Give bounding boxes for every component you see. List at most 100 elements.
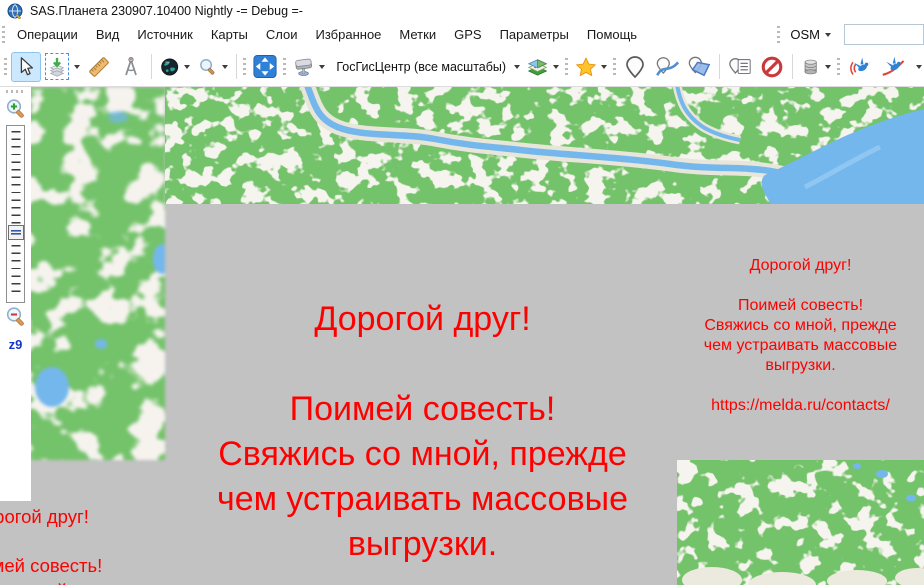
tile-warning-message-right: Дорогой друг! Поимей совесть! Свяжись со… — [677, 256, 924, 416]
menu-favorites[interactable]: Избранное — [307, 24, 391, 45]
ruler-button[interactable] — [84, 52, 114, 82]
tile-warning-line: Поимей совесть! — [0, 554, 158, 579]
toolbar-grip — [837, 58, 840, 76]
cache-database-icon — [801, 55, 820, 79]
debug-fly-slash-button[interactable] — [878, 52, 910, 82]
menu-bar: Операции Вид Источник Карты Слои Избранн… — [0, 22, 924, 47]
globe-icon — [160, 55, 179, 79]
ban-icon — [760, 54, 784, 80]
compass-icon — [119, 55, 143, 79]
selection-manager-icon — [45, 53, 69, 80]
zoom-out-icon — [4, 305, 28, 329]
menu-help[interactable]: Помощь — [578, 24, 646, 45]
map-tile-bottom-right — [677, 460, 924, 585]
app-logo-icon — [7, 3, 23, 19]
tile-warning-line: выгрузки. — [165, 522, 680, 567]
placemark-manager-button[interactable] — [725, 52, 755, 82]
geocoder-select-button[interactable]: OSM — [783, 24, 838, 45]
gps-receiver-icon — [293, 54, 314, 80]
tile-warning-line: выгрузки. — [677, 356, 924, 376]
add-placemark-button[interactable] — [620, 52, 650, 82]
main-toolbar: ГосГисЦентр (все масштабы) — [0, 47, 924, 87]
hide-placemarks-button[interactable] — [757, 52, 787, 82]
toolbar-grip — [243, 58, 246, 76]
search-toolbar-grip — [777, 26, 780, 44]
chevron-down-icon — [184, 65, 190, 69]
menu-settings[interactable]: Параметры — [491, 24, 578, 45]
map-source-button[interactable]: ГосГисЦентр (все масштабы) — [330, 52, 522, 82]
toolbar-grip — [283, 58, 286, 76]
geocoder-label: OSM — [790, 27, 820, 42]
toolbar-separator — [236, 54, 237, 79]
zoom-in-button[interactable] — [4, 97, 28, 121]
favorites-star-icon — [575, 54, 597, 80]
tile-warning-line — [165, 342, 680, 387]
toolbar-separator — [151, 54, 152, 79]
chevron-down-icon — [916, 65, 922, 69]
tile-warning-line: Свяжись со мной, прежде — [677, 316, 924, 336]
add-path-button[interactable] — [652, 52, 682, 82]
gps-button[interactable] — [290, 52, 328, 82]
menubar-grip — [2, 26, 5, 44]
compass-button[interactable] — [116, 52, 146, 82]
menu-gps[interactable]: GPS — [445, 24, 490, 45]
zoom-in-icon — [4, 97, 28, 121]
cache-mode-button[interactable] — [798, 52, 834, 82]
path-icon — [655, 55, 679, 79]
tile-warning-line: Дорогой друг! — [0, 505, 158, 530]
map-canvas[interactable]: Дорогой друг! Поимей совесть! Свяжись со… — [0, 87, 924, 585]
toolbar-grip — [4, 58, 7, 76]
debug-fly-signal-icon — [847, 54, 873, 80]
chevron-down-icon — [553, 65, 559, 69]
goto-place-button[interactable] — [157, 52, 193, 82]
chevron-down-icon — [74, 65, 80, 69]
menu-layers[interactable]: Слои — [257, 24, 307, 45]
fullscreen-button[interactable] — [250, 52, 280, 82]
debug-fly-slash-icon — [881, 54, 907, 80]
tile-warning-line: Дорогой друг! — [165, 297, 680, 342]
menu-operations[interactable]: Операции — [8, 24, 87, 45]
selection-manager-button[interactable] — [43, 52, 82, 82]
toolbar-separator — [792, 54, 793, 79]
tile-warning-line: Поимей совесть! — [677, 296, 924, 316]
zoom-out-button[interactable] — [4, 305, 28, 329]
layers-icon — [527, 54, 548, 80]
zoom-slider-handle[interactable] — [8, 225, 24, 240]
tile-warning-line: чем устраивать массовые — [677, 336, 924, 356]
tile-warning-line — [0, 530, 158, 555]
sas-planet-window: SAS.Планета 230907.10400 Nightly -= Debu… — [0, 0, 924, 585]
tile-warning-line: чем устраивать массовые — [165, 477, 680, 522]
favorites-button[interactable] — [572, 52, 611, 82]
tile-warning-line: Свяжись со мной, прежде — [0, 579, 158, 585]
zoom-level-label: z9 — [0, 337, 31, 352]
menu-view[interactable]: Вид — [87, 24, 129, 45]
fullscreen-icon — [253, 53, 277, 80]
zoom-panel: z9 — [0, 87, 31, 501]
toolbar-grip — [565, 58, 568, 76]
pan-tool-button[interactable] — [11, 52, 41, 82]
tile-warning-message-center: Дорогой друг! Поимей совесть! Свяжись со… — [165, 297, 680, 567]
chevron-down-icon — [514, 65, 520, 69]
placemark-list-icon — [728, 55, 752, 79]
tile-warning-line — [677, 376, 924, 396]
placemark-icon — [625, 55, 645, 79]
search-input[interactable] — [844, 24, 924, 45]
tile-warning-line: Дорогой друг! — [677, 256, 924, 276]
add-polygon-button[interactable] — [684, 52, 714, 82]
tile-warning-url: https://melda.ru/contacts/ — [677, 396, 924, 416]
title-bar: SAS.Планета 230907.10400 Nightly -= Debu… — [0, 0, 924, 22]
chevron-down-icon — [319, 65, 325, 69]
tile-warning-line: Поимей совесть! — [165, 387, 680, 432]
zoom-rect-button[interactable] — [195, 52, 231, 82]
zoom-slider[interactable] — [6, 125, 25, 303]
menu-maps[interactable]: Карты — [202, 24, 257, 45]
layers-button[interactable] — [524, 52, 562, 82]
debug-fly-signal-button[interactable] — [844, 52, 876, 82]
tile-warning-line: Свяжись со мной, прежде — [165, 432, 680, 477]
chevron-down-icon — [601, 65, 607, 69]
menu-source[interactable]: Источник — [128, 24, 202, 45]
toolbar-grip — [613, 58, 616, 76]
menu-placemarks[interactable]: Метки — [390, 24, 445, 45]
ruler-icon — [87, 54, 111, 80]
window-title: SAS.Планета 230907.10400 Nightly -= Debu… — [30, 4, 303, 18]
